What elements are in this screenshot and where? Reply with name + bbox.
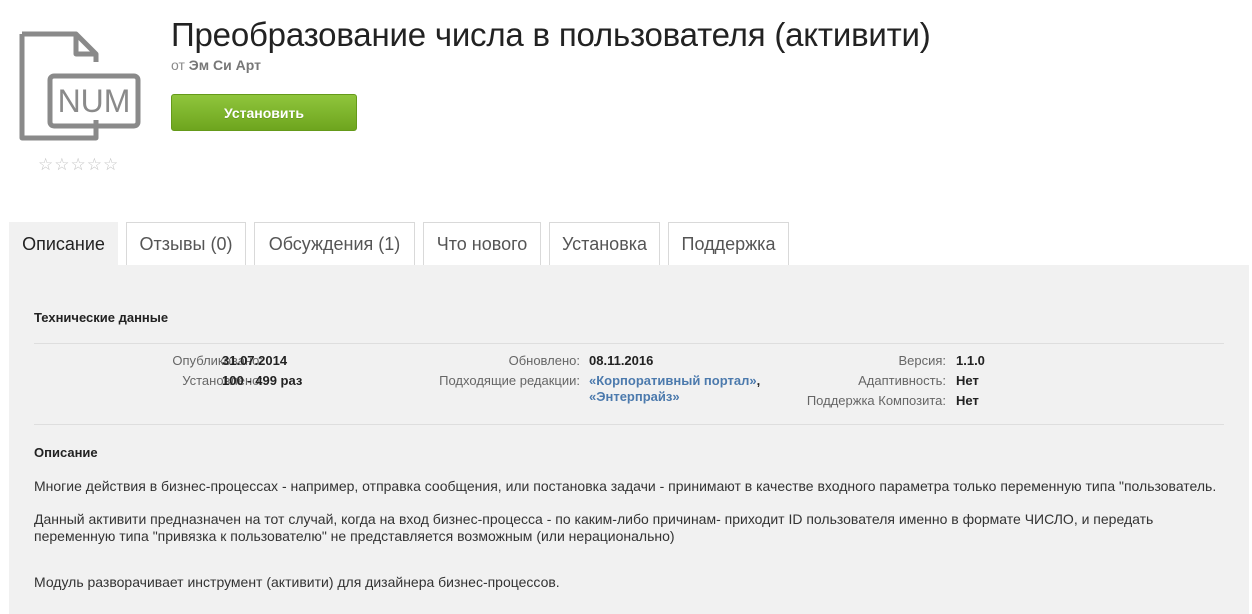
tab-whats-new[interactable]: Что нового: [423, 222, 541, 266]
tab-support[interactable]: Поддержка: [668, 222, 789, 266]
tab-installation[interactable]: Установка: [549, 222, 660, 266]
star-icon[interactable]: ☆: [71, 155, 86, 175]
divider: [34, 343, 1224, 344]
vendor-link[interactable]: Эм Си Арт: [189, 57, 261, 73]
adaptive-label: Адаптивность:: [858, 373, 946, 388]
composite-value: Нет: [956, 393, 979, 408]
star-icon[interactable]: ☆: [38, 155, 53, 175]
edition-link-enterprise[interactable]: «Энтерпрайз»: [589, 389, 680, 404]
vendor-line: от Эм Си Арт: [171, 57, 261, 73]
tech-heading: Технические данные: [34, 310, 169, 325]
installed-value: 100 - 499 раз: [222, 373, 303, 388]
vendor-prefix: от: [171, 57, 185, 73]
composite-label: Поддержка Композита:: [806, 393, 946, 408]
description-paragraph: Данный активити предназначен на тот случ…: [34, 511, 1154, 544]
tab-description[interactable]: Описание: [9, 222, 118, 266]
version-label: Версия:: [898, 353, 946, 368]
tab-reviews[interactable]: Отзывы (0): [126, 222, 246, 266]
editions-label: Подходящие редакции:: [439, 373, 580, 388]
app-icon: NUM: [19, 31, 141, 141]
rating-stars[interactable]: ☆ ☆ ☆ ☆ ☆: [38, 155, 118, 175]
tab-bar: Описание Отзывы (0) Обсуждения (1) Что н…: [9, 222, 797, 266]
app-icon-text: NUM: [58, 83, 131, 119]
description-paragraph: Модуль разворачивает инструмент (активит…: [34, 574, 560, 590]
tab-discussions[interactable]: Обсуждения (1): [254, 222, 415, 266]
adaptive-value: Нет: [956, 373, 979, 388]
updated-value: 08.11.2016: [589, 353, 654, 368]
version-value: 1.1.0: [956, 353, 985, 368]
published-value: 31.07.2014: [222, 353, 288, 368]
star-icon[interactable]: ☆: [87, 155, 102, 175]
star-icon[interactable]: ☆: [54, 155, 69, 175]
description-paragraph: Многие действия в бизнес-процессах - нап…: [34, 478, 1217, 494]
edition-separator: ,: [756, 373, 761, 388]
updated-label: Обновлено:: [508, 353, 580, 368]
divider: [34, 424, 1224, 425]
edition-link-corporate[interactable]: «Корпоративный портал»: [589, 373, 757, 388]
install-button[interactable]: Установить: [171, 94, 357, 131]
content-panel: Технические данные Опубликовано: 31.07.2…: [9, 265, 1249, 614]
description-heading: Описание: [34, 445, 98, 460]
editions-value: «Корпоративный портал», «Энтерпрайз»: [589, 373, 760, 405]
page-title: Преобразование числа в пользователя (акт…: [171, 16, 931, 53]
star-icon[interactable]: ☆: [103, 155, 118, 175]
